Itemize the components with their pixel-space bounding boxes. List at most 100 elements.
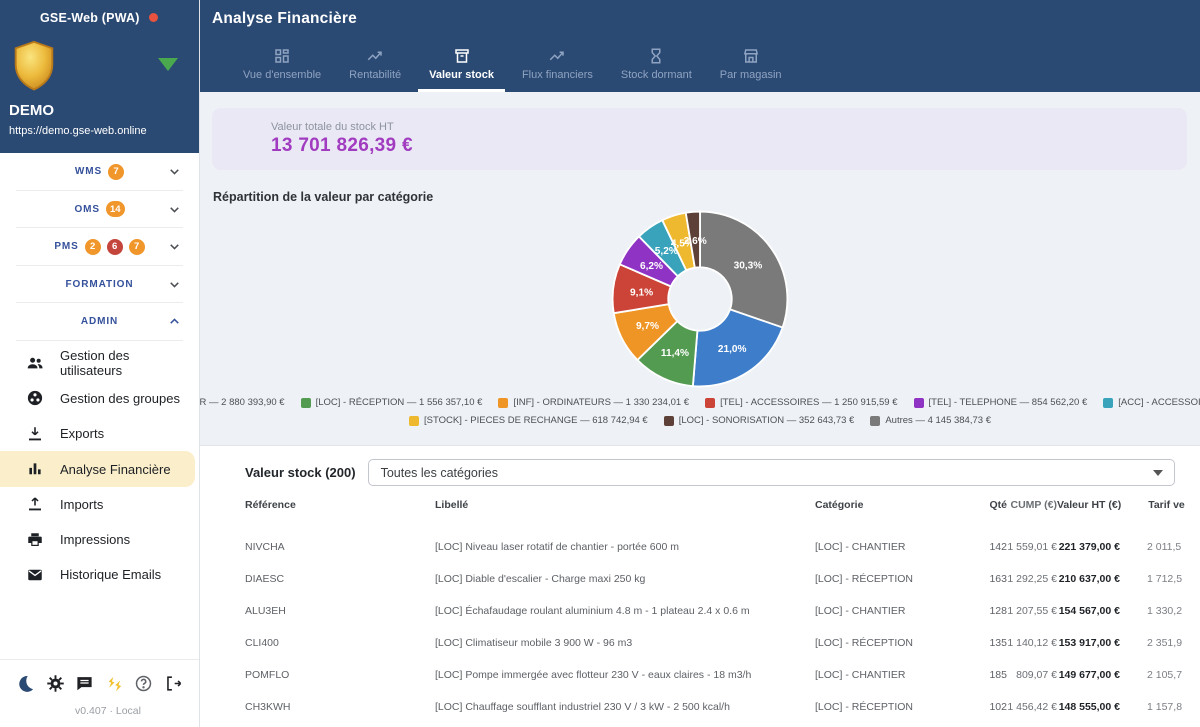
table-row[interactable]: CLI400[LOC] Climatiseur mobile 3 900 W -…	[245, 627, 1185, 659]
legend-swatch	[301, 398, 311, 408]
legend-item[interactable]: [TEL] - TELEPHONE — 854 562,20 €	[914, 397, 1088, 408]
cell-categorie: [LOC] - CHANTIER	[815, 669, 935, 681]
table-row[interactable]: CH3KWH[LOC] Chauffage soufflant industri…	[245, 691, 1185, 723]
pie-slice-label: 9,7%	[636, 321, 659, 332]
column-header: Catégorie	[815, 499, 935, 511]
tab-flux-financiers[interactable]: Flux financiers	[511, 47, 604, 92]
total-stock-label: Valeur totale du stock HT	[271, 121, 413, 133]
cell-tarif_vente: 1 330,2	[1120, 605, 1185, 617]
legend-swatch	[664, 416, 674, 426]
tab-valeur-stock[interactable]: Valeur stock	[418, 47, 505, 92]
cell-qte: 142	[935, 541, 1007, 553]
logout-button[interactable]	[164, 674, 183, 693]
cell-cump: 1 140,12 €	[1007, 637, 1057, 649]
sidebar-group-wms[interactable]: WMS7	[0, 153, 199, 191]
total-stock-card: Valeur totale du stock HT 13 701 826,39 …	[212, 108, 1187, 170]
chevron-down-icon	[167, 202, 182, 217]
users-icon	[26, 354, 44, 372]
stock-controls: Valeur stock (200) Toutes les catégories	[200, 446, 1200, 494]
legend-item[interactable]: [LOC] - CHANTIER — 2 880 393,90 €	[200, 397, 285, 408]
messages-button[interactable]	[75, 674, 94, 693]
sidebar-item-gestion-des-groupes[interactable]: Gestion des groupes	[0, 381, 195, 416]
feedback-button[interactable]	[105, 674, 124, 693]
tab-stock-dormant[interactable]: Stock dormant	[610, 47, 703, 92]
cell-categorie: [LOC] - RÉCEPTION	[815, 573, 935, 585]
dark-mode-button[interactable]	[16, 674, 35, 693]
table-row[interactable]: DIAESC[LOC] Diable d'escalier - Charge m…	[245, 563, 1185, 595]
app-name: GSE-Web (PWA)	[40, 11, 140, 25]
chevron-down-icon	[167, 164, 182, 179]
sidebar: GSE-Web (PWA) DEMO https://de	[0, 0, 200, 727]
feedback-icon	[105, 680, 124, 697]
legend-item[interactable]: Autres — 4 145 384,73 €	[870, 415, 991, 426]
cell-tarif_vente: 1 712,5	[1120, 573, 1185, 585]
menu-hamburger-icon[interactable]	[12, 8, 31, 27]
cell-valeur_ht: 154 567,00 €	[1057, 605, 1120, 617]
sidebar-group-admin[interactable]: ADMIN	[0, 303, 199, 341]
cell-tarif_vente: 2 351,9	[1120, 637, 1185, 649]
refresh-icon[interactable]	[1135, 9, 1154, 28]
pie-chart[interactable]: 30,3%21,0%11,4%9,7%9,1%6,2%5,2%4,5%2,6%	[608, 207, 792, 391]
legend-item[interactable]: [STOCK] - PIECES DE RECHANGE — 618 742,9…	[409, 415, 648, 426]
cell-reference: CH3KWH	[245, 701, 435, 713]
tab-par-magasin[interactable]: Par magasin	[709, 47, 793, 92]
upload-icon	[26, 495, 44, 513]
sidebar-group-pms[interactable]: PMS267	[0, 228, 199, 266]
cell-valeur_ht: 153 917,00 €	[1057, 637, 1120, 649]
sidebar-item-exports[interactable]: Exports	[0, 416, 195, 451]
cell-qte: 185	[935, 669, 1007, 681]
settings-button[interactable]	[46, 674, 65, 693]
column-header: Libellé	[435, 499, 815, 511]
legend-item[interactable]: [TEL] - ACCESSOIRES — 1 250 915,59 €	[705, 397, 897, 408]
column-header: CUMP (€)	[1007, 499, 1057, 511]
badge: 14	[106, 201, 125, 217]
sidebar-item-imports[interactable]: Imports	[0, 487, 195, 522]
printer-icon	[26, 531, 44, 549]
app: GSE-Web (PWA) DEMO https://de	[0, 0, 1200, 727]
cell-categorie: [LOC] - CHANTIER	[815, 541, 935, 553]
cell-cump: 1 292,25 €	[1007, 573, 1057, 585]
sidebar-item-historique-emails[interactable]: Historique Emails	[0, 557, 195, 592]
status-dot	[149, 13, 158, 22]
tab-vue-d-ensemble[interactable]: Vue d'ensemble	[232, 47, 332, 92]
sidebar-item-impressions[interactable]: Impressions	[0, 522, 195, 557]
legend-item[interactable]: [LOC] - RÉCEPTION — 1 556 357,10 €	[301, 397, 483, 408]
cell-categorie: [LOC] - CHANTIER	[815, 605, 935, 617]
tabs: Vue d'ensembleRentabilitéValeur stockFlu…	[232, 47, 793, 92]
sidebar-item-gestion-des-utilisateurs[interactable]: Gestion des utilisateurs	[0, 346, 195, 381]
badge: 7	[108, 164, 124, 180]
sidebar-item-analyse-financiere[interactable]: Analyse Financière	[0, 451, 195, 486]
help-button[interactable]	[134, 674, 153, 693]
cell-reference: NIVCHA	[245, 541, 435, 553]
chart-section-title: Répartition de la valeur par catégorie	[213, 190, 1200, 204]
version-row: v0.407 · Local	[0, 699, 199, 727]
cell-reference: POMFLO	[245, 669, 435, 681]
online-indicator-icon	[158, 58, 178, 71]
legend-swatch	[498, 398, 508, 408]
cell-tarif_vente: 2 105,7	[1120, 669, 1185, 681]
cell-valeur_ht: 210 637,00 €	[1057, 573, 1120, 585]
table-row[interactable]: NIVCHA[LOC] Niveau laser rotatif de chan…	[245, 531, 1185, 563]
sidebar-group-formation[interactable]: FORMATION	[0, 266, 199, 304]
legend-swatch	[870, 416, 880, 426]
badge: 6	[107, 239, 123, 255]
legend-item[interactable]: [INF] - ORDINATEURS — 1 330 234,01 €	[498, 397, 689, 408]
sidebar-footer-icons	[0, 660, 199, 699]
content: Valeur totale du stock HT 13 701 826,39 …	[200, 92, 1200, 727]
badge: 7	[129, 239, 145, 255]
download-icon[interactable]	[1171, 9, 1190, 28]
tab-rentabilite[interactable]: Rentabilité	[338, 47, 412, 92]
brand: GSE-Web (PWA)	[0, 0, 199, 27]
store-icon	[742, 47, 760, 65]
table-row[interactable]: ALU3EH[LOC] Échafaudage roulant aluminiu…	[245, 595, 1185, 627]
sidebar-group-oms[interactable]: OMS14	[0, 191, 199, 229]
legend-item[interactable]: [ACC] - ACCESSOIRES — 712 592,18 €	[1103, 397, 1200, 408]
legend-item[interactable]: [LOC] - SONORISATION — 352 643,73 €	[664, 415, 855, 426]
legend-swatch	[914, 398, 924, 408]
cell-valeur_ht: 221 379,00 €	[1057, 541, 1120, 553]
cell-reference: CLI400	[245, 637, 435, 649]
table-row[interactable]: POMFLO[LOC] Pompe immergée avec flotteur…	[245, 659, 1185, 691]
category-filter-select[interactable]: Toutes les catégories	[368, 459, 1175, 486]
caret-down-icon	[1153, 470, 1163, 476]
cell-libelle: [LOC] Climatiseur mobile 3 900 W - 96 m3	[435, 637, 815, 649]
